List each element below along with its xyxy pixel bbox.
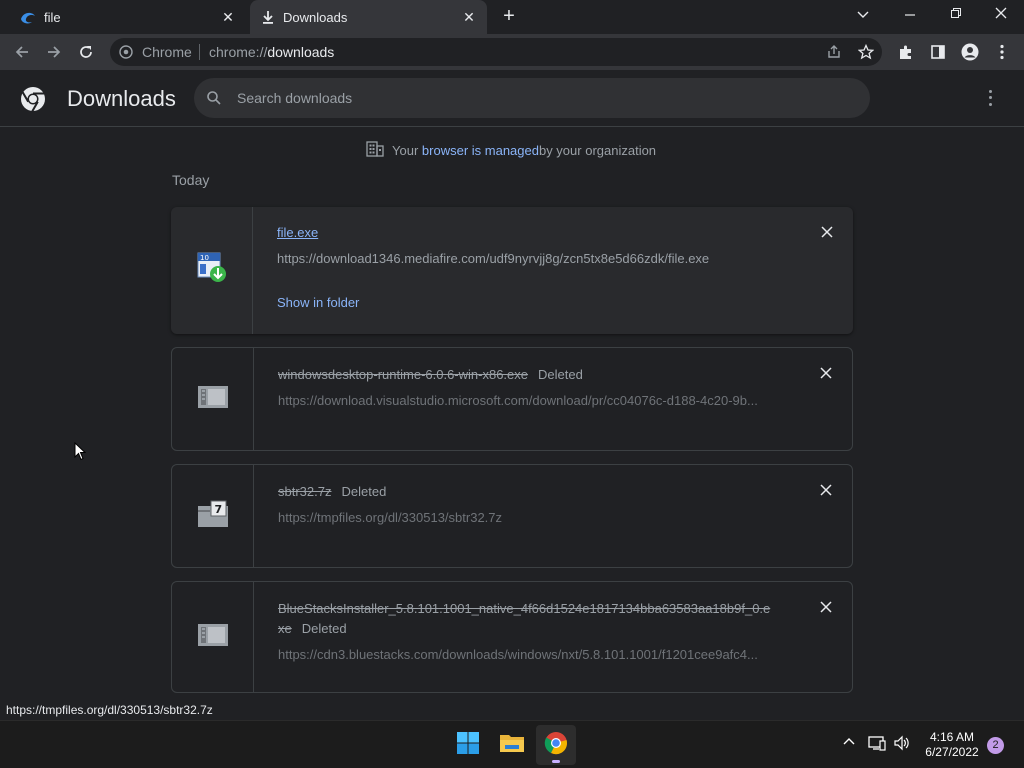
system-clock[interactable]: 4:16 AM 6/27/2022	[920, 730, 984, 760]
minimize-icon[interactable]	[898, 6, 922, 26]
filename-text: sbtr32.7z	[278, 484, 332, 499]
tab-close-icon[interactable]: ✕	[461, 9, 477, 25]
tab-strip: file ✕ Downloads ✕ +	[0, 0, 1024, 34]
download-source-url[interactable]: https://download1346.mediafire.com/udf9n…	[277, 251, 709, 266]
mouse-cursor-icon	[74, 441, 87, 466]
network-icon[interactable]	[868, 735, 886, 754]
generic-file-icon	[197, 385, 229, 414]
download-item: 10 file.exe https://download1346.mediafi…	[171, 207, 853, 334]
download-icon-column: 10	[171, 207, 253, 334]
close-window-icon[interactable]	[989, 6, 1013, 26]
start-button[interactable]	[448, 725, 488, 765]
side-panel-icon[interactable]	[926, 40, 950, 64]
windows-taskbar: 4:16 AM 6/27/2022 2	[0, 720, 1024, 768]
download-source-url[interactable]: https://tmpfiles.org/dl/330513/sbtr32.7z	[278, 510, 502, 525]
show-in-folder-link[interactable]: Show in folder	[277, 295, 359, 310]
chrome-logo-icon	[20, 86, 46, 117]
search-placeholder: Search downloads	[237, 90, 353, 106]
remove-download-icon[interactable]	[819, 483, 833, 497]
managed-link[interactable]: browser is managed	[422, 143, 539, 158]
chrome-icon	[544, 731, 568, 760]
filename-text-cont: xe	[278, 621, 292, 636]
download-status: Deleted	[538, 367, 583, 382]
remove-download-icon[interactable]	[819, 600, 833, 614]
download-item: windowsdesktop-runtime-6.0.6-win-x86.exe…	[171, 347, 853, 451]
download-filename-link[interactable]: file.exe	[277, 225, 318, 240]
edge-favicon-icon	[20, 10, 36, 24]
download-favicon-icon	[260, 10, 276, 24]
download-source-url[interactable]: https://download.visualstudio.microsoft.…	[278, 393, 758, 408]
download-item: 7 sbtr32.7z Deleted https://tmpfiles.org/…	[171, 464, 853, 568]
tab-search-icon[interactable]	[851, 6, 875, 26]
download-source-url[interactable]: https://cdn3.bluestacks.com/downloads/wi…	[278, 647, 758, 662]
reload-icon[interactable]	[74, 40, 98, 64]
restore-icon[interactable]	[944, 6, 968, 26]
site-chip: Chrome	[142, 44, 192, 60]
download-status: Deleted	[301, 621, 347, 636]
back-arrow-icon[interactable]	[10, 40, 34, 64]
url-text: chrome://downloads	[209, 44, 335, 60]
download-filename: BlueStacksInstaller_5.8.101.1001_native_…	[278, 601, 770, 616]
clock-date: 6/27/2022	[925, 745, 979, 759]
date-section-label: Today	[172, 172, 210, 188]
managed-suffix: by your organization	[538, 142, 657, 158]
clock-time: 4:16 AM	[929, 730, 975, 744]
file-explorer-button[interactable]	[492, 725, 532, 765]
link-status-bubble: https://tmpfiles.org/dl/330513/sbtr32.7z	[0, 700, 219, 720]
tab-file[interactable]: file ✕	[0, 0, 246, 34]
forward-arrow-icon[interactable]	[42, 40, 66, 64]
address-bar[interactable]: Chrome chrome://downloads	[110, 38, 882, 66]
share-icon[interactable]	[822, 40, 846, 64]
installer-icon: 10	[196, 251, 228, 290]
managed-notice: Your browser is managed by your organiza…	[366, 140, 657, 160]
page-title: Downloads	[67, 86, 176, 111]
filename-text: BlueStacksInstaller_5.8.101.1001_native_…	[278, 601, 771, 616]
download-icon-column	[172, 348, 254, 450]
bookmark-star-icon[interactable]	[854, 40, 878, 64]
generic-file-icon	[197, 623, 229, 652]
profile-avatar-icon[interactable]	[958, 40, 982, 64]
folder-icon	[499, 732, 525, 759]
download-status: Deleted	[341, 484, 387, 499]
svg-text:7: 7	[214, 503, 222, 516]
volume-icon[interactable]	[893, 735, 911, 754]
remove-download-icon[interactable]	[819, 366, 833, 380]
chrome-site-icon	[119, 45, 133, 64]
tab-close-icon[interactable]: ✕	[220, 9, 236, 25]
archive-file-icon: 7	[197, 500, 229, 533]
tab-title: Downloads	[283, 10, 348, 25]
downloads-header: Downloads Search downloads	[0, 70, 1024, 127]
show-hidden-icons-icon[interactable]	[843, 735, 855, 749]
browser-toolbar: Chrome chrome://downloads	[0, 34, 1024, 70]
filename-text: windowsdesktop-runtime-6.0.6-win-x86.exe	[278, 367, 529, 382]
search-downloads-input[interactable]: Search downloads	[194, 78, 870, 118]
tab-title: file	[44, 10, 61, 25]
omnibox-separator	[199, 44, 200, 60]
managed-prefix: Your	[392, 142, 419, 158]
tab-downloads[interactable]: Downloads ✕	[250, 0, 487, 34]
downloads-menu-icon[interactable]	[982, 88, 998, 108]
extensions-icon[interactable]	[894, 40, 918, 64]
notification-badge[interactable]: 2	[987, 737, 1004, 754]
windows-logo-icon	[456, 731, 480, 760]
running-indicator	[552, 760, 560, 763]
chrome-menu-icon[interactable]	[990, 40, 1014, 64]
search-icon	[206, 90, 222, 111]
download-filename-continued: xe Deleted	[278, 621, 347, 636]
download-filename: sbtr32.7z Deleted	[278, 484, 386, 499]
chrome-taskbar-button[interactable]	[536, 725, 576, 765]
building-icon	[366, 140, 384, 160]
svg-text:10: 10	[200, 254, 209, 262]
new-tab-button[interactable]: +	[500, 6, 518, 26]
remove-download-icon[interactable]	[820, 225, 834, 239]
download-icon-column: 7	[172, 465, 254, 567]
download-icon-column	[172, 582, 254, 692]
download-filename: windowsdesktop-runtime-6.0.6-win-x86.exe…	[278, 367, 583, 382]
download-item: BlueStacksInstaller_5.8.101.1001_native_…	[171, 581, 853, 693]
